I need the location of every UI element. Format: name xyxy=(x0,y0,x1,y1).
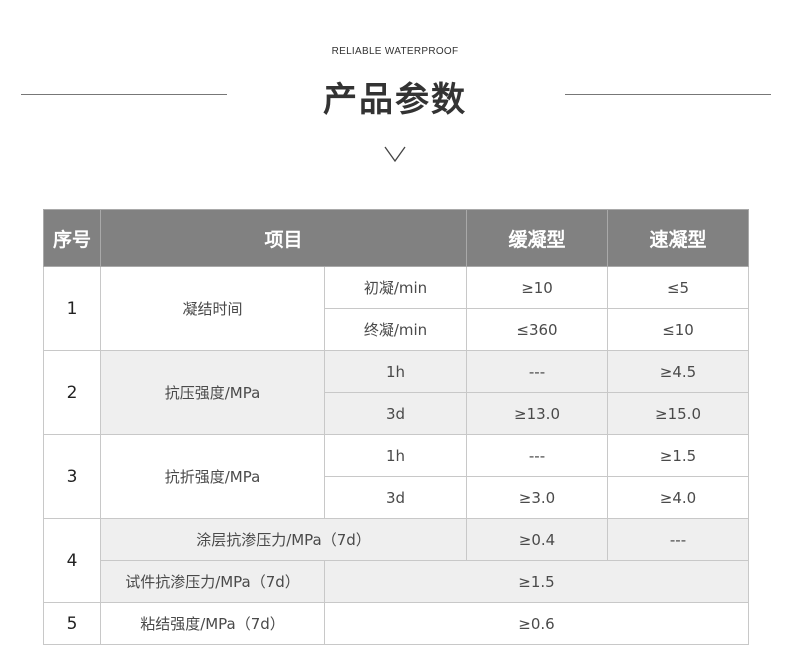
row-number: 1 xyxy=(43,266,101,351)
item-label: 凝结时间 xyxy=(100,266,325,351)
table-row: 4 涂层抗渗压力/MPa（7d） ≥0.4 --- xyxy=(43,518,750,603)
slow-value: ≤360 xyxy=(466,308,609,351)
slow-value: ≥3.0 xyxy=(466,476,609,519)
item-label: 抗压强度/MPa xyxy=(100,350,325,435)
row-number: 5 xyxy=(43,602,101,645)
table-header-row: 序号 项目 缓凝型 速凝型 xyxy=(43,209,750,267)
table-row: 5 粘结强度/MPa（7d） ≥0.6 xyxy=(43,602,750,645)
slow-value: ≥0.4 xyxy=(466,518,609,561)
fast-value: ≥4.0 xyxy=(607,476,750,519)
fast-value: ≥1.5 xyxy=(607,434,750,477)
sub-item-label: 3d xyxy=(323,476,468,519)
slow-value: ≥10 xyxy=(466,266,609,309)
table-row: 试件抗渗压力/MPa（7d） ≥1.5 xyxy=(44,560,750,603)
product-params-table: 序号 项目 缓凝型 速凝型 1 凝结时间 初凝/min ≥10 ≤5 终凝/mi… xyxy=(43,209,750,645)
fast-value: ≤5 xyxy=(607,266,750,309)
fast-value: ≥15.0 xyxy=(607,392,750,435)
col-header-no: 序号 xyxy=(43,209,101,267)
slow-value: ≥13.0 xyxy=(466,392,609,435)
table-row: 2 抗压强度/MPa 1h --- ≥4.5 xyxy=(43,350,750,435)
sub-item-label: 1h xyxy=(323,350,468,393)
fast-value: ≤10 xyxy=(607,308,750,351)
col-header-item: 项目 xyxy=(99,209,468,267)
row-number: 2 xyxy=(43,350,101,435)
item-label: 涂层抗渗压力/MPa（7d） xyxy=(99,518,468,561)
item-label: 粘结强度/MPa（7d） xyxy=(100,602,325,645)
row-number: 4 xyxy=(43,518,101,603)
fast-value: ≥4.5 xyxy=(607,350,750,393)
item-label: 试件抗渗压力/MPa（7d） xyxy=(100,560,325,603)
sub-item-label: 终凝/min xyxy=(323,308,468,351)
col-header-slow: 缓凝型 xyxy=(466,209,609,267)
item-label: 抗折强度/MPa xyxy=(100,434,325,519)
col-header-fast: 速凝型 xyxy=(607,209,750,267)
fast-value: --- xyxy=(607,518,750,561)
slow-value: --- xyxy=(466,434,609,477)
page-title: 产品参数 xyxy=(323,80,467,120)
sub-item-label: 1h xyxy=(323,434,468,477)
slow-value: --- xyxy=(466,350,609,393)
row-number: 3 xyxy=(43,434,101,519)
table-row: 3 抗折强度/MPa 1h --- ≥1.5 xyxy=(43,434,750,519)
table-row: 1 凝结时间 初凝/min ≥10 ≤5 xyxy=(43,266,750,351)
right-divider xyxy=(565,94,771,95)
chevron-down-icon xyxy=(384,146,406,162)
sub-item-label: 3d xyxy=(323,392,468,435)
sub-item-label: 初凝/min xyxy=(323,266,468,309)
merged-value: ≥1.5 xyxy=(323,560,750,603)
page-subtitle: RELIABLE WATERPROOF xyxy=(331,46,459,57)
merged-value: ≥0.6 xyxy=(323,602,750,645)
